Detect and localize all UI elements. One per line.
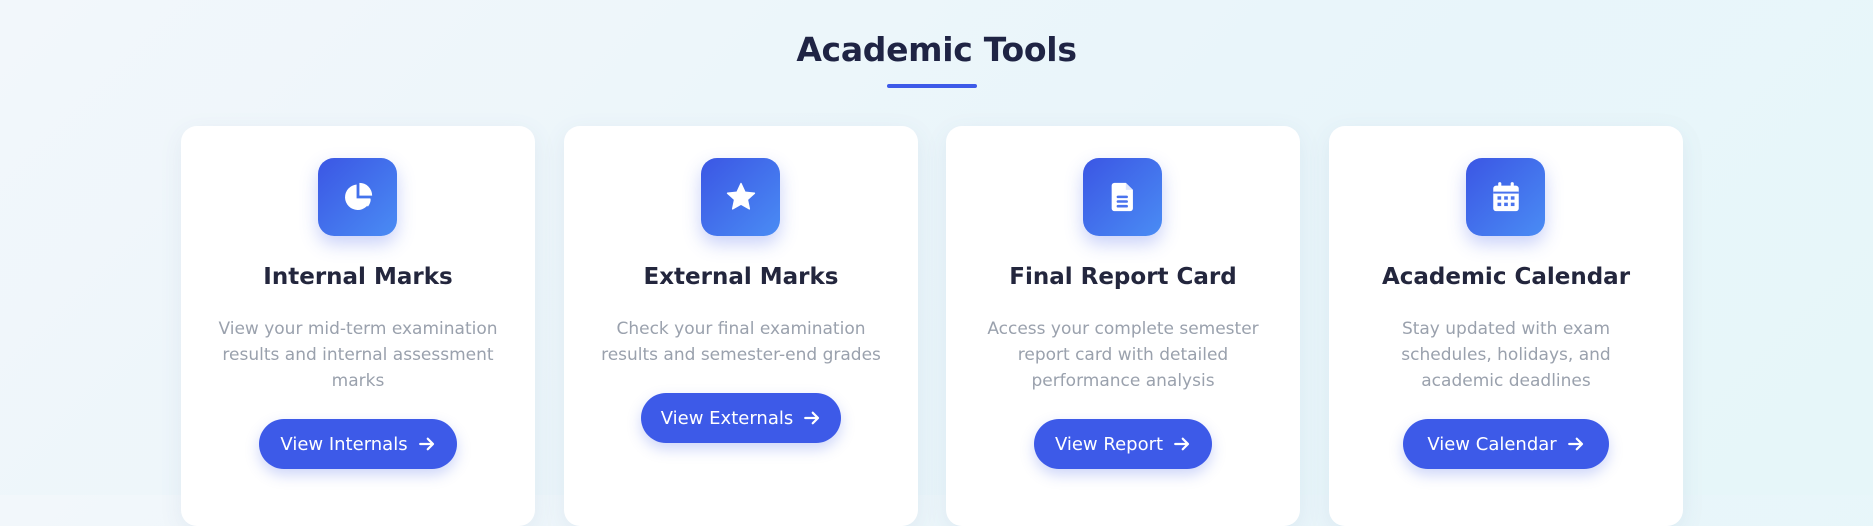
card-title: Internal Marks [263, 264, 453, 290]
card-description: Check your final examination results and… [601, 319, 881, 365]
arrow-right-icon [1567, 437, 1583, 451]
final-report-icon-tile [1083, 158, 1162, 236]
card-description: Stay updated with exam schedules, holida… [1401, 319, 1611, 391]
pie-chart-icon [344, 182, 372, 210]
card-final-report: Final Report Card Access your complete s… [946, 126, 1300, 526]
button-label: View Report [1054, 433, 1164, 455]
section-title: Academic Tools [796, 30, 1077, 69]
academic-calendar-icon-tile [1466, 158, 1545, 236]
arrow-right-icon [1174, 437, 1190, 451]
card-title: External Marks [643, 264, 839, 290]
arrow-right-icon [418, 437, 434, 451]
arrow-right-icon [804, 411, 820, 425]
external-marks-icon-tile [701, 158, 780, 236]
button-label: View Externals [660, 407, 794, 429]
internal-marks-icon-tile [318, 158, 397, 236]
card-title: Final Report Card [1009, 264, 1237, 290]
view-calendar-button[interactable]: View Calendar [1403, 419, 1609, 469]
star-icon [726, 182, 755, 210]
view-internals-button[interactable]: View Internals [259, 419, 457, 469]
card-external-marks: External Marks Check your final examinat… [564, 126, 918, 526]
view-report-button[interactable]: View Report [1034, 419, 1212, 469]
document-icon [1111, 182, 1133, 212]
calendar-icon [1492, 182, 1519, 212]
card-description: View your mid-term examination results a… [218, 319, 498, 391]
view-externals-button[interactable]: View Externals [641, 393, 841, 443]
card-description: Access your complete semester report car… [987, 319, 1259, 391]
card-title: Academic Calendar [1381, 264, 1631, 290]
button-label: View Calendar [1427, 433, 1557, 455]
title-underline [887, 84, 977, 88]
button-label: View Internals [280, 433, 408, 455]
card-internal-marks: Internal Marks View your mid-term examin… [181, 126, 535, 526]
card-academic-calendar: Academic Calendar Stay updated with exam… [1329, 126, 1683, 526]
